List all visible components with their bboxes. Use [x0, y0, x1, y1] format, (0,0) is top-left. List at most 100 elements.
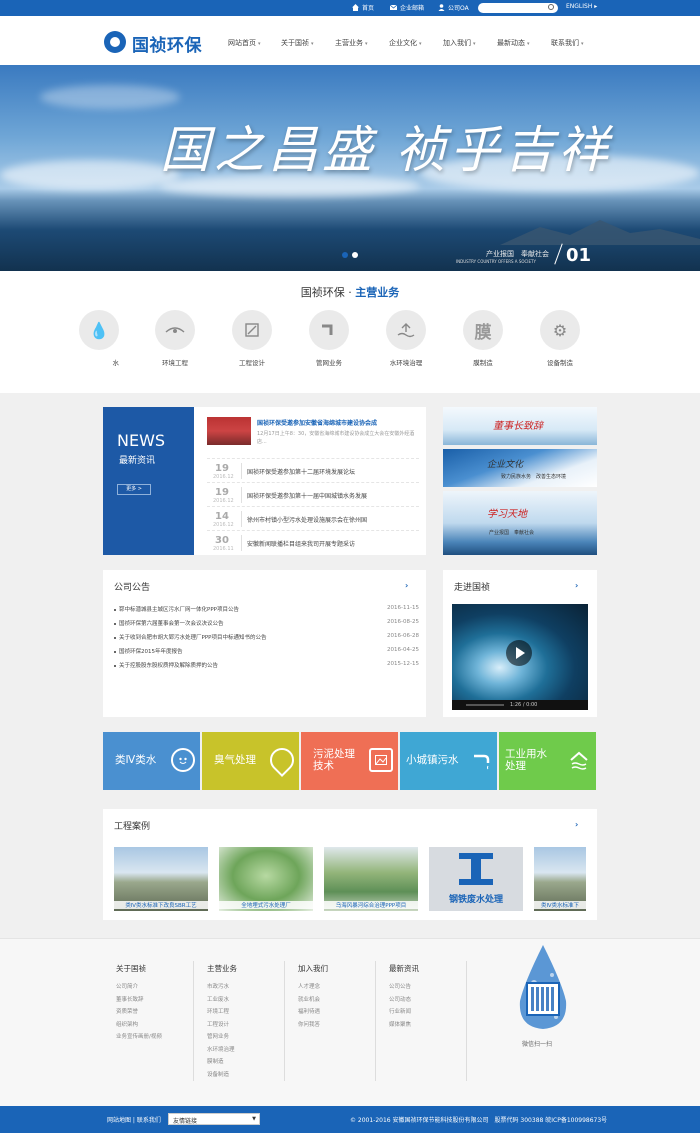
footer-link[interactable]: 业务宣传画册/视频 [116, 1031, 162, 1044]
learning-banner[interactable]: 学习天地 产业报国 奉献社会 [443, 491, 597, 555]
banner-caption: 产业报国 奉献社会 [486, 250, 549, 258]
chevron-right-icon[interactable]: › [405, 581, 408, 590]
footer-link[interactable]: 就业机会 [298, 994, 328, 1007]
footer-link[interactable]: 工程设计 [207, 1019, 237, 1032]
tile-town-sewage[interactable]: 小城镇污水 [400, 732, 497, 790]
video-progress-bar[interactable] [466, 704, 504, 706]
footer-link[interactable]: 膜制造 [207, 1056, 237, 1069]
wechat-qr-code[interactable] [526, 982, 560, 1016]
tile-industrial-water[interactable]: 工业用水 处理 [499, 732, 596, 790]
chevron-down-icon: ▾ [258, 41, 261, 47]
image-icon [369, 748, 393, 772]
slide-dot-1[interactable] [342, 252, 348, 258]
water-environment-icon [386, 310, 426, 350]
oa-link[interactable]: 公司OA [438, 3, 469, 12]
projects-panel: 工程案例 › 类Ⅳ类水标准下改良SBR工艺 全地埋式污水处理厂 乌海风暴河综合治… [103, 809, 597, 920]
nav-news[interactable]: 最新动态 ▾ [497, 38, 530, 48]
news-item[interactable]: 19 2016.12 国祯环保受邀参加第十二届环境发展论坛 [207, 458, 419, 482]
news-thumbnail[interactable] [207, 417, 251, 445]
footer-link[interactable]: 资质荣誉 [116, 1006, 162, 1019]
chairman-speech-banner[interactable]: 董事长致辞 [443, 407, 597, 445]
footer-link[interactable]: 董事长致辞 [116, 994, 162, 1007]
video-player[interactable]: 1:26 / 0:00 [452, 604, 588, 710]
faucet-icon [470, 748, 494, 772]
project-item[interactable]: 钢铁废水处理 [429, 847, 523, 911]
footer-link[interactable]: 媒体聚焦 [389, 1019, 419, 1032]
footer-link[interactable]: 福利待遇 [298, 1006, 328, 1019]
business-item-equipment[interactable]: ⚙ 设备制造 [530, 310, 590, 367]
language-switch[interactable]: ENGLISH ▸ [566, 3, 597, 10]
project-item[interactable]: 类Ⅳ类水标准下改良SBR工艺 [114, 847, 208, 911]
footer-link[interactable]: 人才理念 [298, 981, 328, 994]
face-icon [171, 748, 195, 772]
footer-link[interactable]: 公司公告 [389, 981, 419, 994]
chevron-down-icon: ▾ [581, 41, 584, 47]
announcement-item[interactable]: 关于控股股东股权质押及解除质押的公告 2015-12-15 [114, 661, 419, 669]
nav-business[interactable]: 主营业务 ▾ [335, 38, 368, 48]
video-time: 1:26 / 0:00 [510, 702, 538, 708]
tile-class4-water[interactable]: 类Ⅳ类水 [103, 732, 200, 790]
project-item[interactable]: 乌海风暴河综合治理PPP项目 [324, 847, 418, 911]
mail-icon [389, 4, 398, 11]
search-input[interactable] [478, 3, 558, 13]
footer-link[interactable]: 水环境治理 [207, 1044, 237, 1057]
nav-home[interactable]: 网站首页 ▾ [228, 38, 261, 48]
chevron-down-icon: ▼ [252, 1116, 256, 1122]
business-item-pipe[interactable]: 管网业务 [299, 310, 359, 367]
logo[interactable]: 国祯环保 [132, 31, 202, 56]
business-section-title: 国祯环保 · 主营业务 [300, 286, 400, 299]
video-controls[interactable]: 1:26 / 0:00 [452, 700, 588, 710]
play-icon[interactable] [506, 640, 532, 666]
news-item[interactable]: 14 2016.12 徐州市村镇小型污水处理设施展示会在徐州国 [207, 506, 419, 530]
copyright: © 2001-2016 安徽国祯环保节能科技股份有限公司 股票代码 300388… [350, 1117, 608, 1124]
nav-culture[interactable]: 企业文化 ▾ [389, 38, 422, 48]
tile-odor-treatment[interactable]: 臭气处理 [202, 732, 299, 790]
footer-link[interactable]: 公司简介 [116, 981, 162, 994]
business-item-membrane[interactable]: 膜 膜制造 [453, 310, 513, 367]
footer-link[interactable]: 设备制造 [207, 1069, 237, 1082]
news-more-button[interactable]: 更多 > [117, 484, 151, 495]
nav-about[interactable]: 关于国祯 ▾ [281, 38, 314, 48]
chevron-right-icon[interactable]: › [575, 820, 578, 829]
home-link[interactable]: 首页 [352, 3, 374, 12]
sitemap-contact-links[interactable]: 网站地图 | 联系我们 [107, 1115, 161, 1124]
announcement-item[interactable]: 关于收到合肥市胡大郢污水处理厂PPP项目中标通知书的公告 2016-06-28 [114, 633, 419, 641]
search-icon[interactable] [548, 4, 554, 10]
announcement-item[interactable]: 国祯环保第六届董事会第一次会议决议公告 2016-08-25 [114, 619, 419, 627]
news-item[interactable]: 19 2016.12 国祯环保受邀参加第十一届中国城镇水务发展 [207, 482, 419, 506]
slide-dot-2[interactable] [352, 252, 358, 258]
business-item-water-env[interactable]: 水环境治理 [376, 310, 436, 367]
chevron-right-icon[interactable]: › [575, 581, 578, 590]
banner-slogan: 国之昌盛 祯乎吉祥 [160, 121, 612, 179]
footer-link[interactable]: 管网业务 [207, 1031, 237, 1044]
nav-join[interactable]: 加入我们 ▾ [443, 38, 476, 48]
culture-banner[interactable]: 企业文化 致力民族水务 改善生态环境 [443, 449, 597, 487]
footer-link[interactable]: 工业废水 [207, 994, 237, 1007]
business-item-water[interactable]: 💧 水 [74, 310, 119, 367]
news-item[interactable]: 30 2016.11 安徽新闻联播栏目组来我司开展专题采访 [207, 530, 419, 554]
footer-link[interactable]: 公司动态 [389, 994, 419, 1007]
friend-links-select[interactable]: 友情链接 ▼ [168, 1113, 260, 1125]
project-item[interactable]: 类Ⅳ类水标准下 [534, 847, 586, 911]
announcements-title: 公司公告 [114, 583, 151, 593]
news-headline[interactable]: 国祯环保受邀参加安徽省海绵城市建设协会成 [257, 418, 377, 427]
footer-link[interactable]: 行业新闻 [389, 1006, 419, 1019]
business-item-environment[interactable]: 环境工程 [145, 310, 205, 367]
announcement-item[interactable]: 国祯环保2015年年度报告 2016-04-25 [114, 647, 419, 655]
footer-link[interactable]: 环境工程 [207, 1006, 237, 1019]
user-icon [438, 4, 445, 11]
announcement-item[interactable]: 郓中标潜城县主城区污水厂网一体化PPP项目公告 2016-11-15 [114, 605, 419, 613]
project-item[interactable]: 全地埋式污水处理厂 [219, 847, 313, 911]
environment-engineering-icon [155, 310, 195, 350]
mail-link[interactable]: 企业邮箱 [389, 3, 424, 12]
footer-link[interactable]: 组织架构 [116, 1019, 162, 1032]
tile-sludge-treatment[interactable]: 污泥处理 技术 [301, 732, 398, 790]
footer-link[interactable]: 你问我答 [298, 1019, 328, 1032]
chevron-down-icon: ▾ [419, 41, 422, 47]
footer-link[interactable]: 市政污水 [207, 981, 237, 994]
nav-contact[interactable]: 联系我们 ▾ [551, 38, 584, 48]
hero-banner[interactable]: 国之昌盛 祯乎吉祥 产业报国 奉献社会 INDUSTRY COUNTRY OFF… [0, 65, 700, 271]
logo-icon[interactable] [104, 31, 126, 53]
business-item-design[interactable]: 工程设计 [222, 310, 282, 367]
chevron-down-icon: ▾ [311, 41, 314, 47]
